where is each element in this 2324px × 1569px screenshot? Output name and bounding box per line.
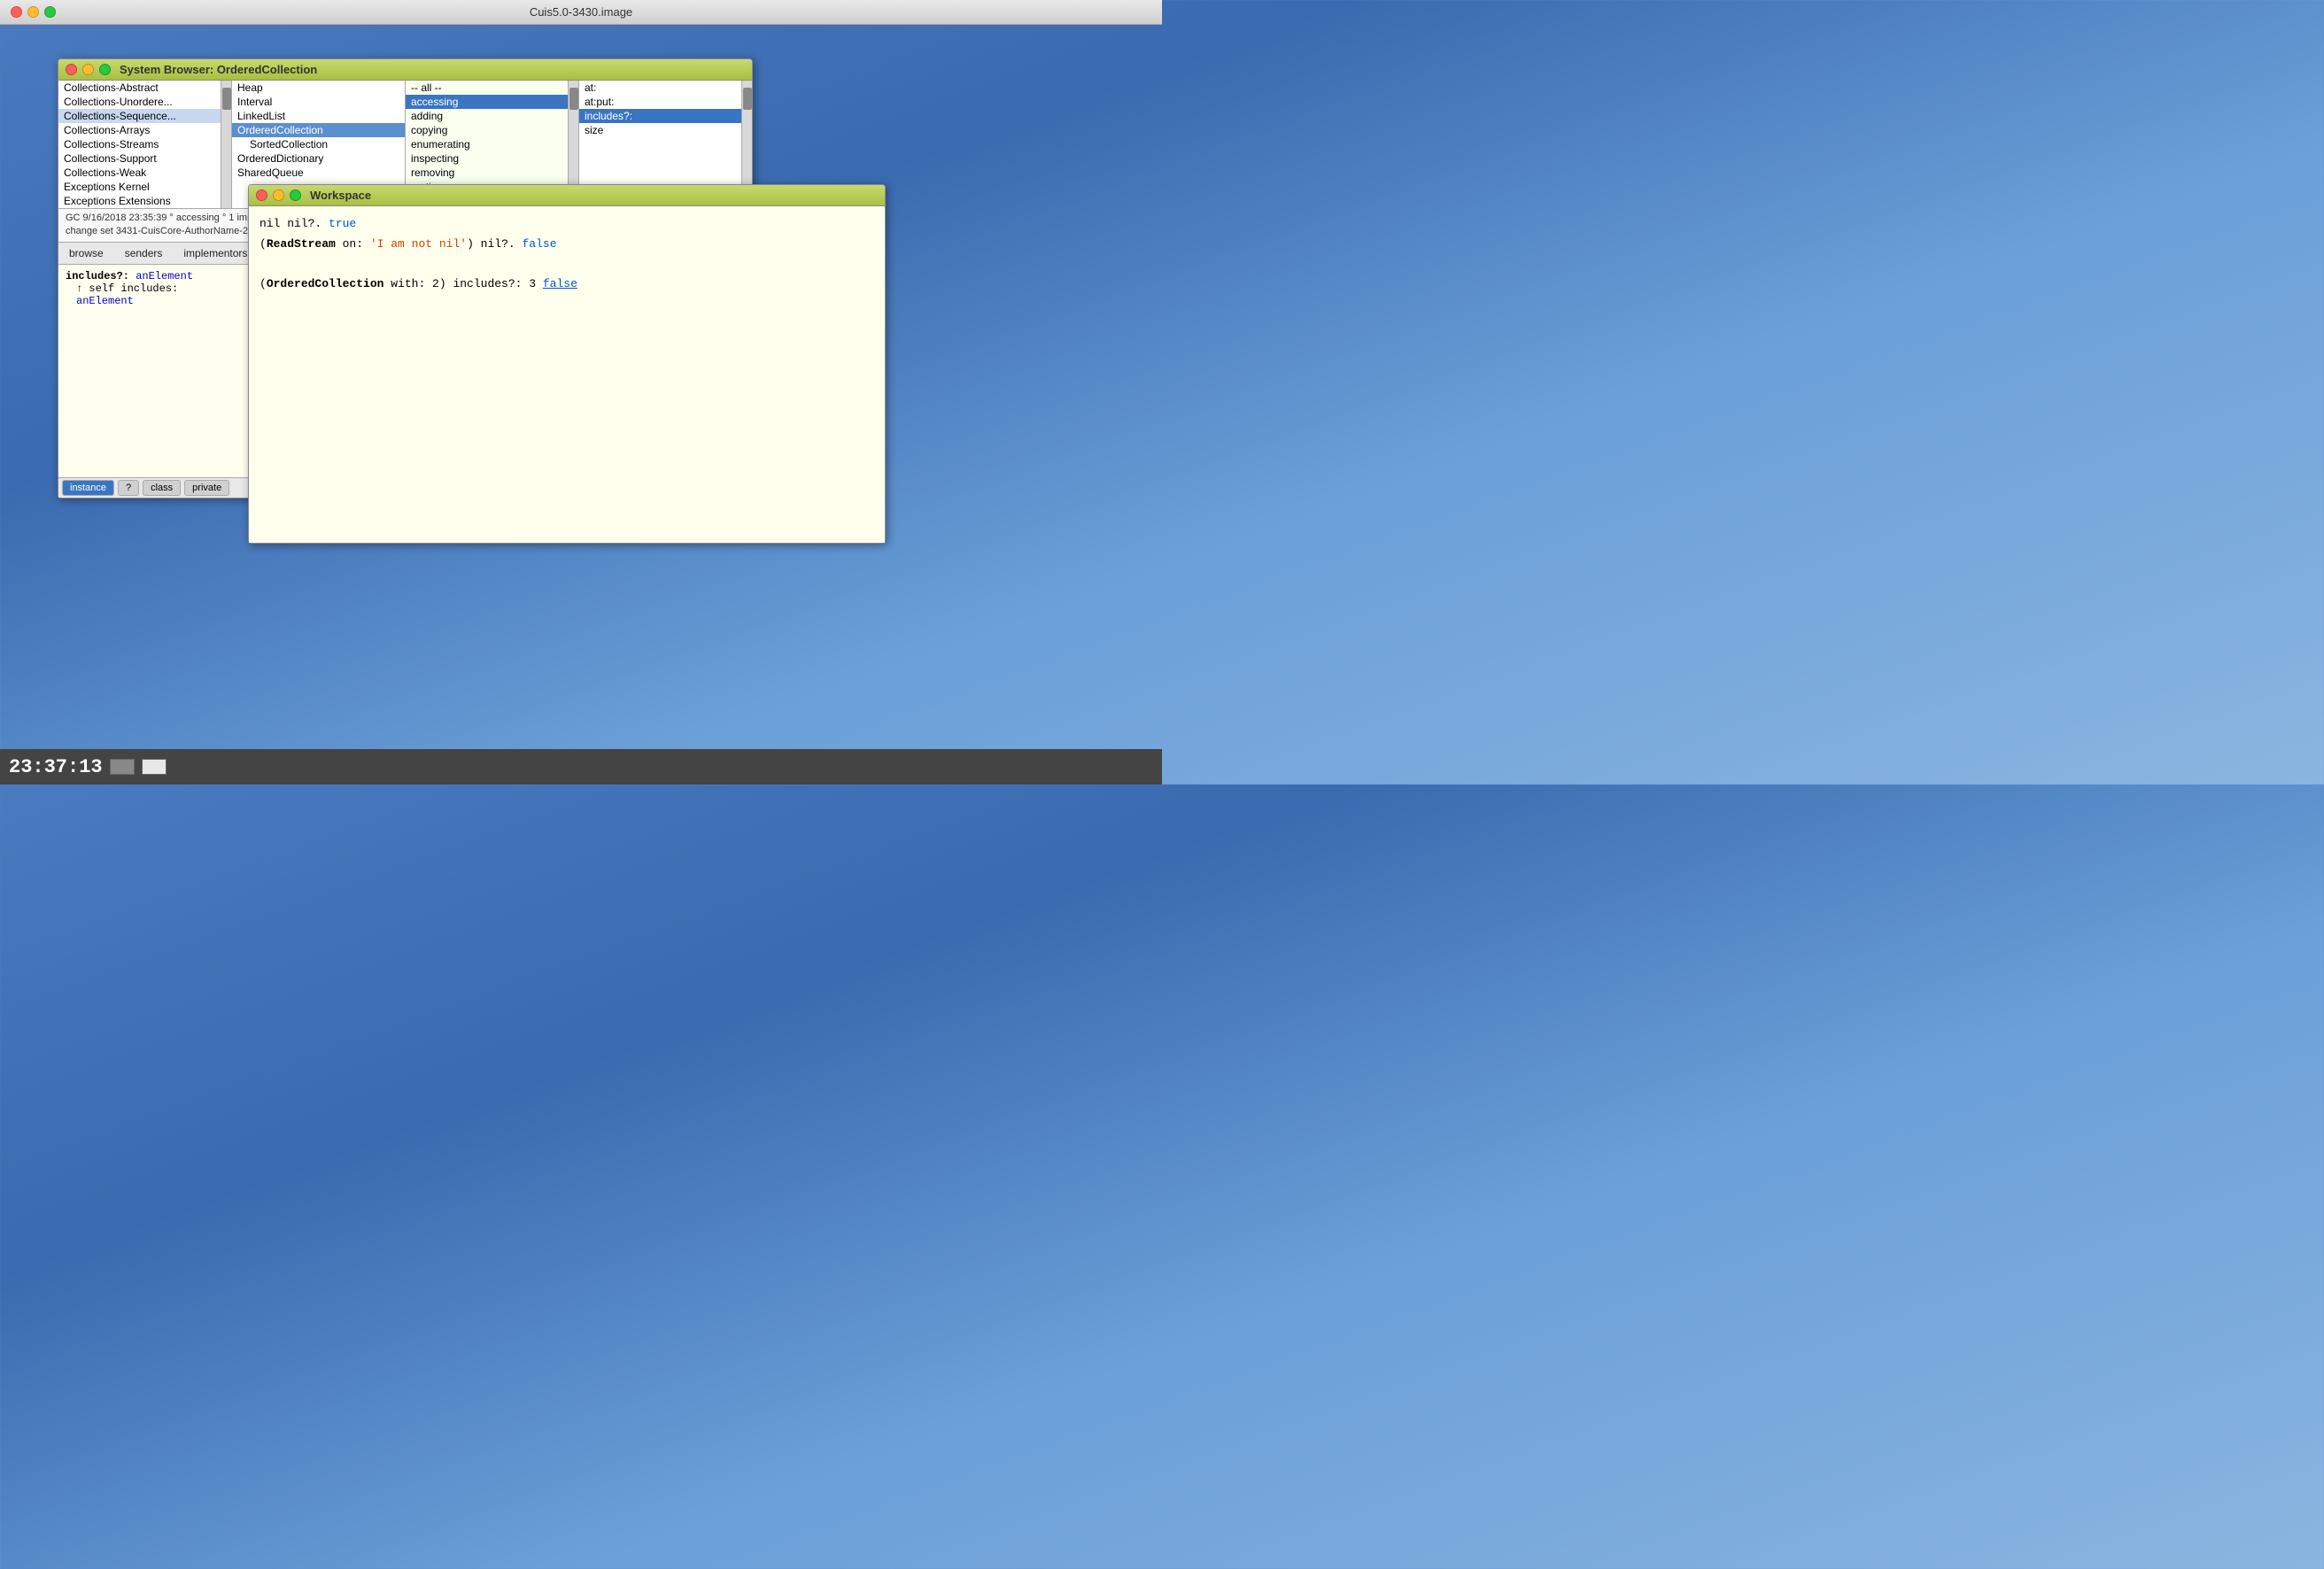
close-button[interactable]	[11, 6, 22, 18]
list-item[interactable]: adding	[406, 109, 568, 123]
list-item[interactable]: -- all --	[406, 81, 568, 95]
method-arg: anElement	[136, 270, 193, 282]
ws-false: false	[522, 237, 556, 251]
title-bar: Cuis5.0-3430.image	[0, 0, 1162, 25]
question-button[interactable]: ?	[118, 480, 139, 496]
list-item[interactable]: includes?:	[579, 109, 741, 123]
list-item[interactable]: LinkedList	[232, 109, 405, 123]
class-button[interactable]: class	[143, 480, 181, 496]
list-item[interactable]: Collections-Unordere...	[58, 95, 221, 109]
desktop: System Browser: OrderedCollection Collec…	[0, 25, 1162, 784]
list-item[interactable]: Collections-Sequence...	[58, 109, 221, 123]
list-item[interactable]: Collections-Support	[58, 151, 221, 166]
ws-nil: ) nil?.	[467, 237, 522, 251]
list-item[interactable]: Collections-Arrays	[58, 123, 221, 137]
browser-titlebar: System Browser: OrderedCollection	[58, 59, 752, 81]
list-item[interactable]: OrderedCollection	[232, 123, 405, 137]
workspace-window: Workspace nil nil?. true (ReadStream on:…	[248, 184, 886, 544]
maximize-button[interactable]	[44, 6, 56, 18]
list-item[interactable]: enumerating	[406, 137, 568, 151]
list-item[interactable]: Exceptions Extensions	[58, 194, 221, 208]
window-title: Cuis5.0-3430.image	[530, 5, 632, 19]
list-item[interactable]: Collections-Streams	[58, 137, 221, 151]
private-button[interactable]: private	[184, 480, 229, 496]
browser-min-button[interactable]	[82, 64, 94, 75]
minimize-button[interactable]	[27, 6, 39, 18]
ws-on: on:	[336, 237, 370, 251]
workspace-blank	[260, 256, 874, 274]
ws-string: 'I am not nil'	[370, 237, 467, 251]
taskbar-icon-2[interactable]	[142, 759, 167, 775]
list-item[interactable]: at:	[579, 81, 741, 95]
browser-max-button[interactable]	[99, 64, 111, 75]
class-categories-panel: Collections-Abstract Collections-Unorder…	[58, 81, 232, 208]
list-item[interactable]: accessing	[406, 95, 568, 109]
workspace-line3: (OrderedCollection with: 2) includes?: 3…	[260, 275, 874, 294]
scrollbar-thumb	[569, 88, 578, 110]
instance-button[interactable]: instance	[62, 480, 114, 496]
list-item[interactable]: Exceptions Kernel	[58, 180, 221, 194]
list-item[interactable]: Collections-Weak	[58, 166, 221, 180]
list-item[interactable]: inspecting	[406, 151, 568, 166]
method-body: ↑ self includes: anElement	[66, 282, 241, 307]
list-item[interactable]: at:put:	[579, 95, 741, 109]
ws-true: true	[329, 217, 356, 230]
code-pane[interactable]: includes?: anElement ↑ self includes: an…	[58, 265, 249, 477]
list-item[interactable]: removing	[406, 166, 568, 180]
workspace-min-button[interactable]	[273, 189, 284, 201]
list-item[interactable]: SharedQueue	[232, 166, 405, 180]
implementors-button[interactable]: implementors	[173, 244, 258, 262]
ws-with: with: 2) includes?: 3	[383, 277, 542, 290]
browse-button[interactable]: browse	[58, 244, 114, 262]
workspace-title: Workspace	[310, 189, 371, 202]
class-categories-list[interactable]: Collections-Abstract Collections-Unorder…	[58, 81, 221, 208]
method-signature: includes?: anElement	[66, 270, 241, 282]
list-item[interactable]: SortedCollection	[232, 137, 405, 151]
workspace-line2: (ReadStream on: 'I am not nil') nil?. fa…	[260, 236, 874, 254]
categories-scrollbar[interactable]	[221, 81, 231, 208]
browser-title: System Browser: OrderedCollection	[120, 63, 317, 76]
scrollbar-thumb	[222, 88, 231, 110]
window-controls	[11, 6, 56, 18]
ws-paren: (	[260, 237, 267, 251]
ws-paren2: (	[260, 277, 267, 290]
browser-close-button[interactable]	[66, 64, 77, 75]
workspace-content[interactable]: nil nil?. true (ReadStream on: 'I am not…	[249, 206, 885, 543]
workspace-line: nil nil?. true	[260, 215, 874, 234]
method-arg2: anElement	[76, 295, 134, 307]
list-item[interactable]: Interval	[232, 95, 405, 109]
taskbar-icon-1[interactable]	[110, 759, 135, 775]
ws-readstream: ReadStream	[267, 237, 336, 251]
list-item[interactable]: copying	[406, 123, 568, 137]
senders-button[interactable]: senders	[114, 244, 174, 262]
ws-ordcoll: OrderedCollection	[267, 277, 384, 290]
list-item[interactable]: size	[579, 123, 741, 137]
ws-false2: false	[543, 277, 577, 290]
workspace-close-button[interactable]	[256, 189, 267, 201]
workspace-max-button[interactable]	[290, 189, 301, 201]
clock: 23:37:13	[9, 756, 103, 778]
method-name: includes?:	[66, 270, 129, 282]
return-arrow: ↑ self includes:	[76, 282, 178, 295]
workspace-titlebar: Workspace	[249, 185, 885, 206]
list-item[interactable]: OrderedDictionary	[232, 151, 405, 166]
ws-text: nil nil?.	[260, 217, 329, 230]
scrollbar-thumb	[743, 88, 752, 110]
list-item[interactable]: Heap	[232, 81, 405, 95]
list-item[interactable]: Collections-Abstract	[58, 81, 221, 95]
taskbar: 23:37:13	[0, 749, 1162, 784]
